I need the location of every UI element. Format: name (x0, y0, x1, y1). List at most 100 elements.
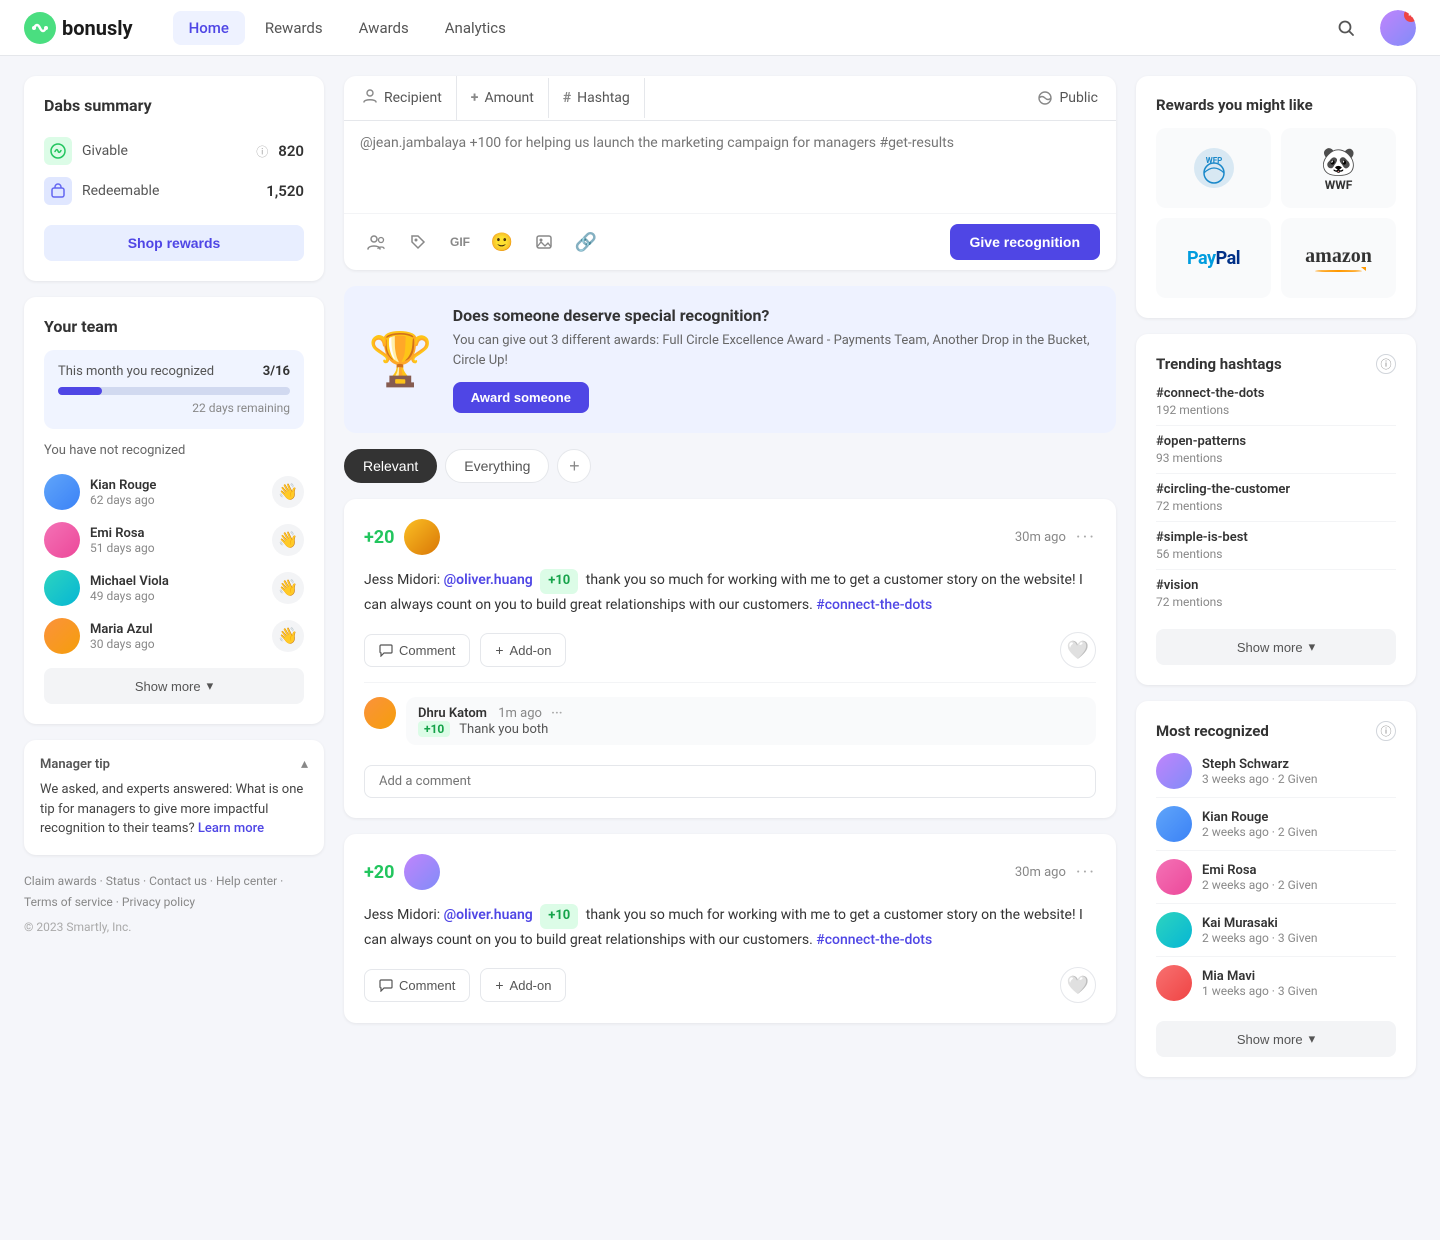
recognized-list: Steph Schwarz 3 weeks ago · 2 Given Kian… (1156, 745, 1396, 1009)
givable-label: Givable (82, 143, 246, 159)
hashtag-name-3[interactable]: #simple-is-best (1156, 530, 1396, 545)
addon-button-1[interactable]: + Add-on (480, 968, 566, 1002)
add-comment-input-0[interactable] (364, 765, 1096, 798)
wave-button-1[interactable]: 👋 (272, 524, 304, 556)
footer-claim-awards[interactable]: Claim awards (24, 874, 97, 888)
post-bonus-1: +10 (540, 904, 578, 929)
post-options-0[interactable]: ··· (1076, 527, 1096, 548)
amount-label: Amount (484, 90, 533, 106)
tag-action-button[interactable] (402, 226, 434, 258)
footer-privacy[interactable]: Privacy policy (122, 895, 195, 909)
like-button-1[interactable]: 🤍 (1060, 967, 1096, 1003)
dabs-title: Dabs summary (44, 96, 304, 115)
recognition-label: This month you recognized (58, 364, 214, 379)
tip-text: We asked, and experts answered: What is … (40, 780, 308, 839)
recognition-count: 3/16 (263, 364, 290, 379)
gif-action-button[interactable]: GIF (444, 226, 476, 258)
tip-label: Manager tip (40, 757, 110, 772)
trending-show-more-button[interactable]: Show more ▾ (1156, 629, 1396, 665)
nav-analytics[interactable]: Analytics (429, 11, 522, 45)
post-mention-1[interactable]: @oliver.huang (444, 907, 533, 923)
hashtag-name-0[interactable]: #connect-the-dots (1156, 386, 1396, 401)
logo-text: bonusly (62, 16, 133, 40)
hashtag-name-1[interactable]: #open-patterns (1156, 434, 1396, 449)
user-avatar[interactable]: 4 (1380, 10, 1416, 46)
plus-icon: + (471, 90, 479, 106)
logo[interactable]: bonusly (24, 12, 133, 44)
search-button[interactable] (1328, 10, 1364, 46)
image-action-button[interactable] (528, 226, 560, 258)
hashtag-item-4: #vision 72 mentions (1156, 570, 1396, 617)
compose-textarea[interactable] (360, 135, 1100, 195)
add-filter-button[interactable]: + (557, 449, 591, 483)
visibility-tool[interactable]: Public (1023, 78, 1112, 118)
post-avatar-1 (404, 854, 440, 890)
nav-home[interactable]: Home (173, 11, 245, 45)
reward-amazon[interactable]: amazon (1281, 218, 1396, 298)
tip-collapse-icon[interactable]: ▴ (301, 756, 308, 772)
like-button-0[interactable]: 🤍 (1060, 632, 1096, 668)
rewards-title: Rewards you might like (1156, 96, 1396, 114)
trophy-icon: 🏆 (368, 329, 433, 390)
comment-button-1[interactable]: Comment (364, 969, 470, 1002)
trending-info-button[interactable]: ⓘ (1376, 354, 1396, 374)
post-hashtag-0[interactable]: #connect-the-dots (816, 597, 932, 613)
award-description: You can give out 3 different awards: Ful… (453, 331, 1092, 370)
footer-help[interactable]: Help center (216, 874, 277, 888)
most-recognized-info-button[interactable]: ⓘ (1376, 721, 1396, 741)
award-someone-button[interactable]: Award someone (453, 382, 589, 413)
post-hashtag-1[interactable]: #connect-the-dots (816, 932, 932, 948)
learn-more-link[interactable]: Learn more (198, 821, 264, 836)
hashtag-mentions-0: 192 mentions (1156, 403, 1396, 417)
recognized-meta-4: 1 weeks ago · 3 Given (1202, 984, 1396, 998)
tab-everything[interactable]: Everything (445, 449, 549, 483)
comment-button-0[interactable]: Comment (364, 634, 470, 667)
team-show-more-button[interactable]: Show more ▾ (44, 668, 304, 704)
recognized-item-1: Kian Rouge 2 weeks ago · 2 Given (1156, 798, 1396, 851)
nav-rewards[interactable]: Rewards (249, 11, 339, 45)
wave-button-3[interactable]: 👋 (272, 620, 304, 652)
post-mention-0[interactable]: @oliver.huang (444, 572, 533, 588)
nav-awards[interactable]: Awards (343, 11, 425, 45)
footer-contact[interactable]: Contact us (149, 874, 207, 888)
footer-terms[interactable]: Terms of service (24, 895, 113, 909)
member-name-3: Maria Azul (90, 622, 262, 637)
comment-options-0[interactable]: ··· (551, 706, 562, 721)
reward-paypal[interactable]: PayPal (1156, 218, 1271, 298)
reward-wwf[interactable]: 🐼 WWF (1281, 128, 1396, 208)
recognized-info-3: Kai Murasaki 2 weeks ago · 3 Given (1202, 916, 1396, 945)
amount-tool[interactable]: + Amount (457, 78, 549, 118)
hashtags-list: #connect-the-dots 192 mentions #open-pat… (1156, 378, 1396, 617)
comment-bubble-0: Dhru Katom 1m ago ··· +10 Thank you both (406, 697, 1096, 745)
recognized-name-2: Emi Rosa (1202, 863, 1396, 878)
sidebar-left: Dabs summary Givable ⓘ 820 Redeemable 1,… (24, 76, 324, 1077)
reward-wfp[interactable]: WFP (1156, 128, 1271, 208)
award-title: Does someone deserve special recognition… (453, 306, 1092, 325)
shop-rewards-button[interactable]: Shop rewards (44, 225, 304, 261)
post-body-1: Jess Midori: @oliver.huang +10 thank you… (364, 904, 1096, 951)
wave-button-0[interactable]: 👋 (272, 476, 304, 508)
wave-button-2[interactable]: 👋 (272, 572, 304, 604)
rewards-card: Rewards you might like WFP 🐼 WWF (1136, 76, 1416, 318)
recipient-icon (362, 88, 378, 108)
team-member: Michael Viola 49 days ago 👋 (44, 564, 304, 612)
footer-status[interactable]: Status (106, 874, 140, 888)
post-time-1: 30m ago (1015, 865, 1066, 880)
emoji-action-button[interactable]: 🙂 (486, 226, 518, 258)
recipient-tool[interactable]: Recipient (348, 76, 457, 120)
trending-hashtags-card: Trending hashtags ⓘ #connect-the-dots 19… (1136, 334, 1416, 685)
give-recognition-button[interactable]: Give recognition (950, 224, 1100, 260)
post-options-1[interactable]: ··· (1076, 862, 1096, 883)
post-avatar-0 (404, 519, 440, 555)
hashtag-tool[interactable]: # Hashtag (549, 78, 645, 118)
link-action-button[interactable]: 🔗 (570, 226, 602, 258)
givable-row: Givable ⓘ 820 (44, 131, 304, 171)
hashtag-name-2[interactable]: #circling-the-customer (1156, 482, 1396, 497)
addon-button-0[interactable]: + Add-on (480, 633, 566, 667)
people-action-button[interactable] (360, 226, 392, 258)
givable-info-icon[interactable]: ⓘ (256, 143, 268, 160)
member-avatar-2 (44, 570, 80, 606)
recognized-show-more-button[interactable]: Show more ▾ (1156, 1021, 1396, 1057)
hashtag-name-4[interactable]: #vision (1156, 578, 1396, 593)
tab-relevant[interactable]: Relevant (344, 449, 437, 483)
